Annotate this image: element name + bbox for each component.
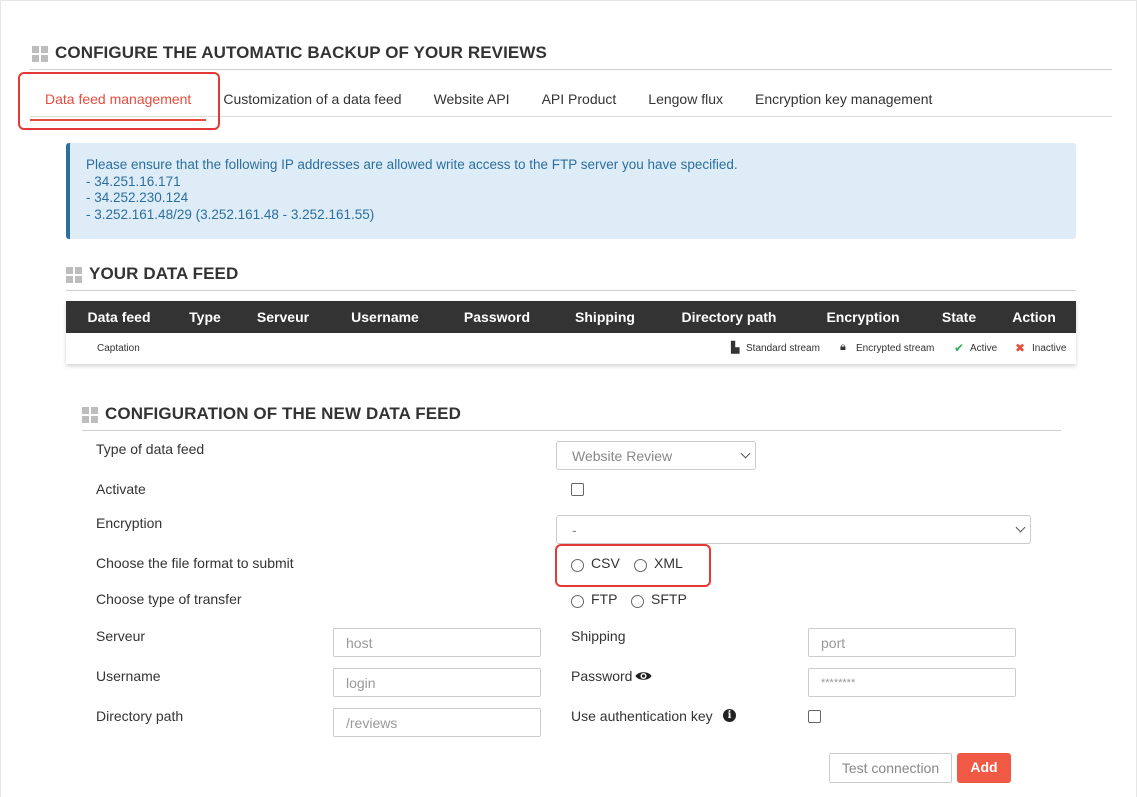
password-label: Password	[571, 668, 633, 684]
grid-icon	[82, 406, 98, 423]
add-button[interactable]: Add	[957, 753, 1011, 783]
directory-label: Directory path	[96, 708, 184, 724]
alert-ip-1: - 34.251.16.171	[86, 173, 181, 189]
tab-lengow-flux[interactable]: Lengow flux	[648, 91, 723, 107]
tab-customization[interactable]: Customization of a data feed	[223, 91, 401, 107]
encryption-select[interactable]: -	[556, 515, 1031, 544]
server-label: Serveur	[96, 628, 146, 644]
col-password: Password	[442, 301, 552, 333]
format-label: Choose the file format to submit	[96, 555, 294, 571]
page-title-text: CONFIGURE THE AUTOMATIC BACKUP OF YOUR R…	[55, 43, 547, 62]
encryption-label: Encryption	[96, 515, 163, 531]
grid-icon	[66, 266, 82, 283]
server-input[interactable]: host	[333, 628, 541, 657]
col-encryption: Encryption	[800, 301, 926, 333]
tab-api-product[interactable]: API Product	[542, 91, 617, 107]
activate-checkbox[interactable]	[571, 483, 584, 496]
sftp-label: SFTP	[651, 591, 687, 607]
data-feed-table: Data feed Type Serveur Username Password…	[66, 301, 1076, 333]
legend-active: Active	[970, 343, 998, 354]
shipping-input[interactable]: port	[808, 628, 1016, 657]
check-icon: ✔	[954, 341, 965, 355]
col-shipping: Shipping	[552, 301, 658, 333]
eye-icon[interactable]	[635, 670, 652, 682]
ip-alert: Please ensure that the following IP addr…	[66, 143, 1076, 239]
col-action: Action	[992, 301, 1076, 333]
file-icon: ▙	[731, 342, 740, 354]
legend-row: Captation ▙ Standard stream 🔒︎ Encrypted…	[66, 333, 1076, 364]
config-title: CONFIGURATION OF THE NEW DATA FEED	[82, 404, 461, 424]
col-directory-path: Directory path	[658, 301, 800, 333]
lock-icon: 🔒︎	[840, 341, 846, 353]
data-feed-divider	[66, 290, 1076, 291]
ftp-radio[interactable]	[571, 595, 584, 608]
chevron-down-icon	[740, 448, 751, 459]
tab-highlight-box	[18, 72, 220, 130]
sftp-radio[interactable]	[631, 595, 644, 608]
config-divider	[82, 430, 1061, 431]
encryption-select-value: -	[572, 522, 577, 538]
col-state: State	[926, 301, 992, 333]
col-serveur: Serveur	[238, 301, 328, 333]
type-label: Type of data feed	[96, 441, 205, 457]
username-input[interactable]: login	[333, 668, 541, 697]
data-feed-title-text: YOUR DATA FEED	[89, 264, 239, 283]
title-divider	[30, 69, 1112, 70]
config-title-text: CONFIGURATION OF THE NEW DATA FEED	[105, 404, 461, 423]
grid-icon	[32, 45, 48, 62]
col-username: Username	[328, 301, 442, 333]
legend-standard: Standard stream	[746, 343, 820, 354]
alert-intro: Please ensure that the following IP addr…	[86, 157, 738, 172]
table-header-row: Data feed Type Serveur Username Password…	[66, 301, 1076, 333]
auth-key-checkbox[interactable]	[808, 710, 821, 723]
data-feed-title: YOUR DATA FEED	[66, 264, 238, 284]
test-connection-button[interactable]: Test connection	[829, 753, 952, 783]
username-label: Username	[96, 668, 161, 684]
col-data-feed: Data feed	[66, 301, 172, 333]
alert-ip-2: - 34.252.230.124	[86, 190, 189, 205]
password-input[interactable]: ********	[808, 668, 1016, 697]
alert-ip-3: - 3.252.161.48/29 (3.252.161.48 - 3.252.…	[86, 206, 375, 222]
auth-key-label: Use authentication key	[571, 708, 713, 724]
type-select-value: Website Review	[572, 448, 673, 464]
legend-encrypted: Encrypted stream	[856, 343, 935, 354]
transfer-label: Choose type of transfer	[96, 591, 242, 607]
legend-inactive: Inactive	[1032, 343, 1067, 354]
type-select[interactable]: Website Review	[556, 441, 756, 470]
tab-encryption-key[interactable]: Encryption key management	[755, 91, 932, 107]
shipping-label: Shipping	[571, 628, 626, 644]
col-type: Type	[172, 301, 238, 333]
page-title: CONFIGURE THE AUTOMATIC BACKUP OF YOUR R…	[32, 43, 547, 63]
activate-label: Activate	[96, 481, 146, 497]
ftp-label: FTP	[591, 591, 618, 607]
legend-caption: Captation	[97, 343, 140, 354]
info-icon[interactable]: i	[723, 709, 736, 722]
format-highlight-box	[555, 544, 711, 587]
directory-input[interactable]: /reviews	[333, 708, 541, 737]
chevron-down-icon	[1015, 522, 1026, 533]
tab-website-api[interactable]: Website API	[434, 91, 510, 107]
cross-icon: ✖	[1015, 341, 1026, 355]
